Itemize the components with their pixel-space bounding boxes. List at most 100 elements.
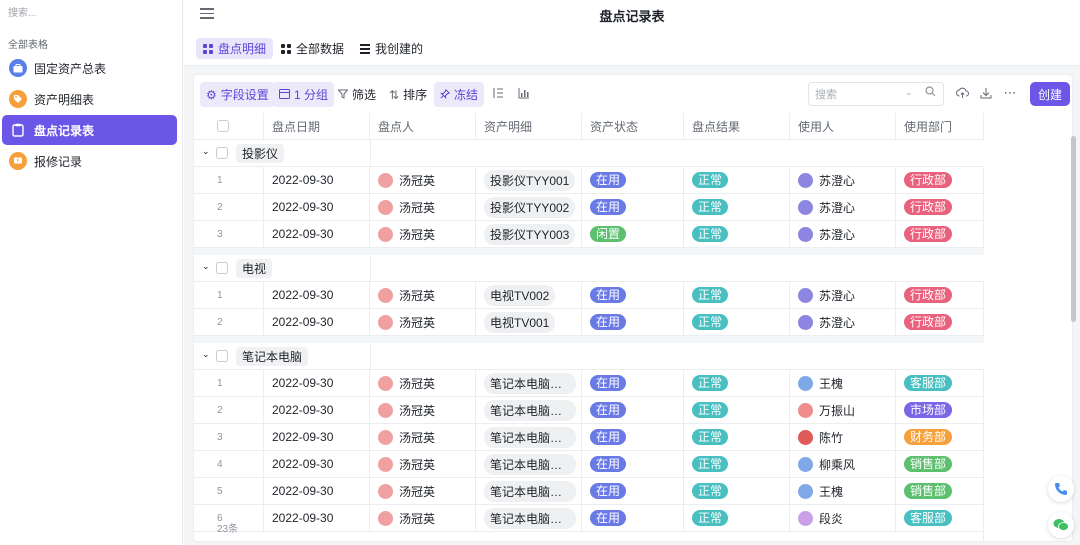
column-header[interactable]: 盘点日期 — [264, 113, 370, 140]
inspector-cell[interactable]: 汤冠英 — [370, 167, 476, 194]
asset-cell[interactable]: 笔记本电脑Not... — [476, 397, 582, 424]
sort-button[interactable]: ⇅ 排序 — [383, 82, 433, 107]
column-header[interactable]: 盘点结果 — [684, 113, 790, 140]
user-cell[interactable]: 万振山 — [790, 397, 896, 424]
department-cell[interactable]: 行政部 — [896, 194, 984, 221]
asset-link[interactable]: 电视TV002 — [484, 284, 556, 306]
status-cell[interactable]: 在用 — [582, 194, 684, 221]
sidebar-item-inventory-records[interactable]: 盘点记录表 — [2, 115, 177, 145]
table-row[interactable]: 1 2022-09-30 汤冠英 投影仪TYY001 在用 正常 苏澄心 行政部 — [194, 167, 984, 194]
group-checkbox[interactable] — [216, 262, 228, 274]
inspector-cell[interactable]: 汤冠英 — [370, 309, 476, 336]
column-header[interactable]: 资产明细 — [476, 113, 582, 140]
inspector-cell[interactable]: 汤冠英 — [370, 221, 476, 248]
chevron-down-icon[interactable]: ⌄ — [202, 261, 216, 272]
column-header[interactable]: 盘点人 — [370, 113, 476, 140]
asset-link[interactable]: 投影仪TYY003 — [484, 223, 576, 245]
inspector-cell[interactable]: 汤冠英 — [370, 282, 476, 309]
date-cell[interactable]: 2022-09-30 — [264, 370, 370, 397]
wechat-icon[interactable] — [1048, 512, 1074, 538]
inspector-cell[interactable]: 汤冠英 — [370, 478, 476, 505]
phone-icon[interactable] — [1048, 476, 1074, 502]
asset-link[interactable]: 笔记本电脑Not... — [484, 480, 576, 502]
create-button[interactable]: 创建 — [1030, 82, 1070, 106]
result-cell[interactable]: 正常 — [684, 221, 790, 248]
group-checkbox[interactable] — [216, 350, 228, 362]
department-cell[interactable]: 销售部 — [896, 478, 984, 505]
result-cell[interactable]: 正常 — [684, 451, 790, 478]
department-cell[interactable]: 市场部 — [896, 397, 984, 424]
field-settings-button[interactable]: ⚙ 字段设置 — [200, 82, 275, 107]
group-header-row[interactable]: ⌄ 投影仪 — [194, 140, 984, 167]
asset-link[interactable]: 笔记本电脑Not... — [484, 426, 576, 448]
date-cell[interactable]: 2022-09-30 — [264, 451, 370, 478]
user-cell[interactable]: 陈竹 — [790, 424, 896, 451]
user-cell[interactable]: 苏澄心 — [790, 282, 896, 309]
result-cell[interactable]: 正常 — [684, 424, 790, 451]
status-cell[interactable]: 在用 — [582, 282, 684, 309]
result-cell[interactable]: 正常 — [684, 167, 790, 194]
department-cell[interactable]: 行政部 — [896, 167, 984, 194]
result-cell[interactable]: 正常 — [684, 397, 790, 424]
user-cell[interactable]: 苏澄心 — [790, 221, 896, 248]
status-cell[interactable]: 在用 — [582, 451, 684, 478]
inspector-cell[interactable]: 汤冠英 — [370, 194, 476, 221]
asset-link[interactable]: 笔记本电脑Not... — [484, 399, 576, 421]
group-header-row[interactable]: ⌄ 电视 — [194, 255, 984, 282]
inspector-cell[interactable]: 汤冠英 — [370, 451, 476, 478]
search-icon[interactable] — [925, 86, 936, 100]
department-cell[interactable]: 行政部 — [896, 309, 984, 336]
asset-link[interactable]: 电视TV001 — [484, 311, 556, 333]
column-header[interactable]: 使用部门 — [896, 113, 984, 140]
row-height-icon[interactable] — [490, 85, 506, 101]
table-row[interactable]: 3 2022-09-30 汤冠英 笔记本电脑Not... 在用 正常 陈竹 财务部 — [194, 424, 984, 451]
status-cell[interactable]: 在用 — [582, 397, 684, 424]
asset-link[interactable]: 笔记本电脑Not... — [484, 372, 576, 394]
chevron-down-icon[interactable]: ⌄ — [905, 87, 913, 98]
department-cell[interactable]: 行政部 — [896, 282, 984, 309]
sidebar-item-asset-details[interactable]: 资产明细表 — [2, 84, 177, 114]
user-cell[interactable]: 王槐 — [790, 370, 896, 397]
date-cell[interactable]: 2022-09-30 — [264, 424, 370, 451]
asset-cell[interactable]: 电视TV001 — [476, 309, 582, 336]
asset-cell[interactable]: 笔记本电脑Not... — [476, 370, 582, 397]
asset-cell[interactable]: 笔记本电脑Not... — [476, 478, 582, 505]
result-cell[interactable]: 正常 — [684, 370, 790, 397]
freeze-button[interactable]: 冻结 — [434, 82, 485, 107]
group-header-row[interactable]: ⌄ 笔记本电脑 — [194, 343, 984, 370]
result-cell[interactable]: 正常 — [684, 282, 790, 309]
sidebar-item-fixed-assets[interactable]: 固定资产总表 — [2, 53, 177, 83]
result-cell[interactable]: 正常 — [684, 194, 790, 221]
table-row[interactable]: 1 2022-09-30 汤冠英 电视TV002 在用 正常 苏澄心 行政部 — [194, 282, 984, 309]
download-icon[interactable] — [978, 85, 994, 101]
status-cell[interactable]: 在用 — [582, 167, 684, 194]
column-header[interactable]: 使用人 — [790, 113, 896, 140]
date-cell[interactable]: 2022-09-30 — [264, 478, 370, 505]
status-cell[interactable]: 在用 — [582, 370, 684, 397]
department-cell[interactable]: 财务部 — [896, 424, 984, 451]
filter-button[interactable]: 筛选 — [332, 82, 382, 107]
user-cell[interactable]: 王槐 — [790, 478, 896, 505]
sidebar-item-repair-records[interactable]: 报修记录 — [2, 146, 177, 176]
tab-created-by-me[interactable]: 我创建的 — [353, 38, 430, 59]
sidebar-search-input[interactable]: 搜索... — [8, 4, 36, 19]
department-cell[interactable]: 销售部 — [896, 451, 984, 478]
column-header[interactable]: 资产状态 — [582, 113, 684, 140]
select-all-checkbox[interactable] — [217, 120, 229, 132]
result-cell[interactable]: 正常 — [684, 478, 790, 505]
inspector-cell[interactable]: 汤冠英 — [370, 370, 476, 397]
table-row[interactable]: 4 2022-09-30 汤冠英 笔记本电脑Not... 在用 正常 柳乘风 销售部 — [194, 451, 984, 478]
department-cell[interactable]: 客服部 — [896, 370, 984, 397]
asset-cell[interactable]: 电视TV002 — [476, 282, 582, 309]
table-row[interactable]: 3 2022-09-30 汤冠英 投影仪TYY003 闲置 正常 苏澄心 行政部 — [194, 221, 984, 248]
group-checkbox[interactable] — [216, 147, 228, 159]
status-cell[interactable]: 在用 — [582, 424, 684, 451]
status-cell[interactable]: 闲置 — [582, 221, 684, 248]
table-row[interactable]: 2 2022-09-30 汤冠英 电视TV001 在用 正常 苏澄心 行政部 — [194, 309, 984, 336]
inspector-cell[interactable]: 汤冠英 — [370, 397, 476, 424]
table-row[interactable]: 2 2022-09-30 汤冠英 笔记本电脑Not... 在用 正常 万振山 市场部 — [194, 397, 984, 424]
table-row[interactable]: 2 2022-09-30 汤冠英 投影仪TYY002 在用 正常 苏澄心 行政部 — [194, 194, 984, 221]
search-input[interactable]: 搜索 ⌄ — [808, 82, 944, 106]
upload-icon[interactable] — [954, 85, 970, 101]
date-cell[interactable]: 2022-09-30 — [264, 221, 370, 248]
